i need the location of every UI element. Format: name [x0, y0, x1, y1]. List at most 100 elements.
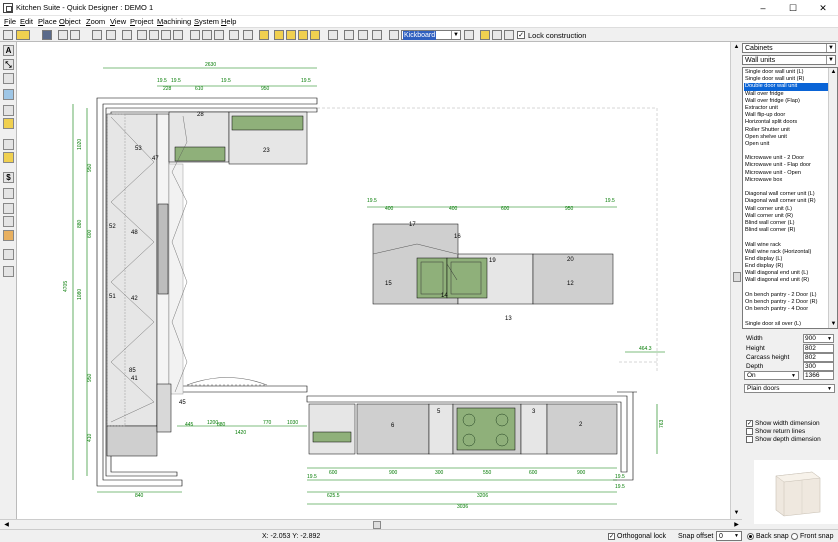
menu-place[interactable]: Place: [38, 17, 57, 26]
list-item[interactable]: End display (R): [744, 263, 828, 270]
list-item[interactable]: Diagonal wall corner unit (R): [744, 198, 828, 205]
menu-edit[interactable]: Edit: [20, 17, 33, 26]
window-tool-icon[interactable]: [3, 105, 14, 116]
list-item[interactable]: On bench pantry - 2 Door (R): [744, 299, 828, 306]
list-item[interactable]: Wall over fridge: [744, 91, 828, 98]
print-icon[interactable]: [58, 30, 68, 40]
list-scrollbar[interactable]: ▲ ▼: [828, 68, 837, 328]
list-item[interactable]: Microwave unit - 2 Door: [744, 155, 828, 162]
chevron-left-icon[interactable]: ◀: [2, 521, 11, 529]
vertical-scroll-thumb[interactable]: [733, 272, 741, 282]
list-item[interactable]: Wall wine rack: [744, 242, 828, 249]
chevron-down-icon[interactable]: ▼: [829, 320, 837, 328]
list-item[interactable]: Single door sil over (L): [744, 321, 828, 328]
chevron-up-icon[interactable]: ▲: [732, 43, 741, 51]
copy-icon[interactable]: [106, 30, 116, 40]
zoom-in-icon[interactable]: [202, 30, 212, 40]
save-icon[interactable]: [42, 30, 52, 40]
report-icon[interactable]: [3, 188, 14, 199]
elevation-input[interactable]: 1366: [803, 371, 834, 380]
line-tool-icon[interactable]: [328, 30, 338, 40]
list-item[interactable]: Wall corner unit (R): [744, 213, 828, 220]
list-item[interactable]: [744, 148, 828, 155]
list-item[interactable]: Horizontal split doors: [744, 119, 828, 126]
mirror-icon[interactable]: [173, 30, 183, 40]
panel-tool-icon[interactable]: [504, 30, 514, 40]
front-snap-radio[interactable]: [791, 533, 798, 540]
horizontal-scroll-thumb[interactable]: [373, 521, 381, 529]
machining-icon[interactable]: [3, 216, 14, 227]
cabinet-tool-icon[interactable]: [480, 30, 490, 40]
move-icon[interactable]: [149, 30, 159, 40]
cabinet-list[interactable]: Single door wall unit (L) Single door wal…: [742, 67, 838, 329]
list-item[interactable]: Extractor unit: [744, 105, 828, 112]
horizontal-scrollbar[interactable]: ◀ ▶: [0, 519, 742, 529]
wall-tool-icon[interactable]: [3, 73, 14, 84]
render-icon[interactable]: [259, 30, 269, 40]
rotate-icon[interactable]: [161, 30, 171, 40]
settings-icon[interactable]: [464, 30, 474, 40]
list-item[interactable]: Microwave unit - Open: [744, 170, 828, 177]
placement-select[interactable]: On ▼: [744, 371, 799, 380]
list-item[interactable]: [744, 285, 828, 292]
door-place-icon[interactable]: [3, 118, 14, 129]
kickboard-select[interactable]: Kickboard ▼: [401, 30, 461, 40]
list-item[interactable]: Microwave unit - Flap door: [744, 162, 828, 169]
list-item[interactable]: Wall over fridge (Flap): [744, 98, 828, 105]
print-preview-icon[interactable]: [70, 30, 80, 40]
show-width-checkbox[interactable]: ✓: [746, 420, 753, 427]
show-return-checkbox[interactable]: [746, 428, 753, 435]
refresh-icon[interactable]: [243, 30, 253, 40]
kickboard-tool-icon[interactable]: [389, 30, 399, 40]
list-item[interactable]: Open shelve unit: [744, 134, 828, 141]
lighting-icon[interactable]: [3, 249, 14, 260]
list-item[interactable]: End display (L): [744, 256, 828, 263]
list-item[interactable]: Wall diagonal end unit (L): [744, 270, 828, 277]
plan-view-icon[interactable]: [274, 30, 284, 40]
chevron-up-icon[interactable]: ▲: [829, 68, 837, 76]
list-item[interactable]: Wall wine rack (Horizontal): [744, 249, 828, 256]
chevron-down-icon[interactable]: ▼: [732, 509, 741, 517]
delete-icon[interactable]: [137, 30, 147, 40]
elevation-view-icon[interactable]: [286, 30, 296, 40]
list-item[interactable]: Diagonal wall corner unit (L): [744, 191, 828, 198]
zoom-window-icon[interactable]: [190, 30, 200, 40]
list-item[interactable]: On bench pantry - 4 Door: [744, 306, 828, 313]
list-item[interactable]: Wall diagonal end unit (R): [744, 277, 828, 284]
cut-icon[interactable]: [92, 30, 102, 40]
price-icon[interactable]: $: [3, 172, 14, 183]
list-item[interactable]: Microwave box: [744, 177, 828, 184]
back-snap-radio[interactable]: [747, 533, 754, 540]
zoom-out-icon[interactable]: [214, 30, 224, 40]
close-button[interactable]: ✕: [808, 0, 838, 16]
menu-project[interactable]: Project: [130, 17, 153, 26]
lock-construction-checkbox[interactable]: ✓: [517, 31, 525, 39]
list-item[interactable]: Blind wall corner (R): [744, 227, 828, 234]
list-item[interactable]: Roller Shutter unit: [744, 127, 828, 134]
material-icon[interactable]: [3, 230, 14, 241]
chevron-right-icon[interactable]: ▶: [732, 521, 741, 529]
depth-input[interactable]: 300: [803, 362, 834, 371]
appliance-tool-icon[interactable]: [3, 139, 14, 150]
list-item[interactable]: [744, 184, 828, 191]
new-file-icon[interactable]: [3, 30, 13, 40]
width-select[interactable]: 900 ▼: [803, 334, 834, 343]
vertical-scrollbar[interactable]: ▲ ▼: [730, 42, 742, 519]
pointer-tool-icon[interactable]: ⤡: [3, 59, 14, 70]
door-tool-icon[interactable]: [492, 30, 502, 40]
text-tool-icon[interactable]: A: [3, 45, 14, 56]
subcategory-select[interactable]: Wall units ▼: [742, 55, 836, 65]
height-input[interactable]: 802: [803, 344, 834, 353]
show-depth-checkbox[interactable]: [746, 436, 753, 443]
list-item[interactable]: Double door wall unit: [744, 83, 828, 91]
menu-help[interactable]: Help: [221, 17, 236, 26]
wireframe-icon[interactable]: [310, 30, 320, 40]
menu-view[interactable]: View: [110, 17, 126, 26]
grid-icon[interactable]: [3, 266, 14, 277]
snap-offset-select[interactable]: 0 ▼: [716, 531, 742, 541]
list-item[interactable]: Single door wall unit (R): [744, 76, 828, 83]
list-item[interactable]: Open unit: [744, 141, 828, 148]
list-item[interactable]: [744, 234, 828, 241]
carcass-height-input[interactable]: 802: [803, 353, 834, 362]
menu-file[interactable]: File: [4, 17, 16, 26]
